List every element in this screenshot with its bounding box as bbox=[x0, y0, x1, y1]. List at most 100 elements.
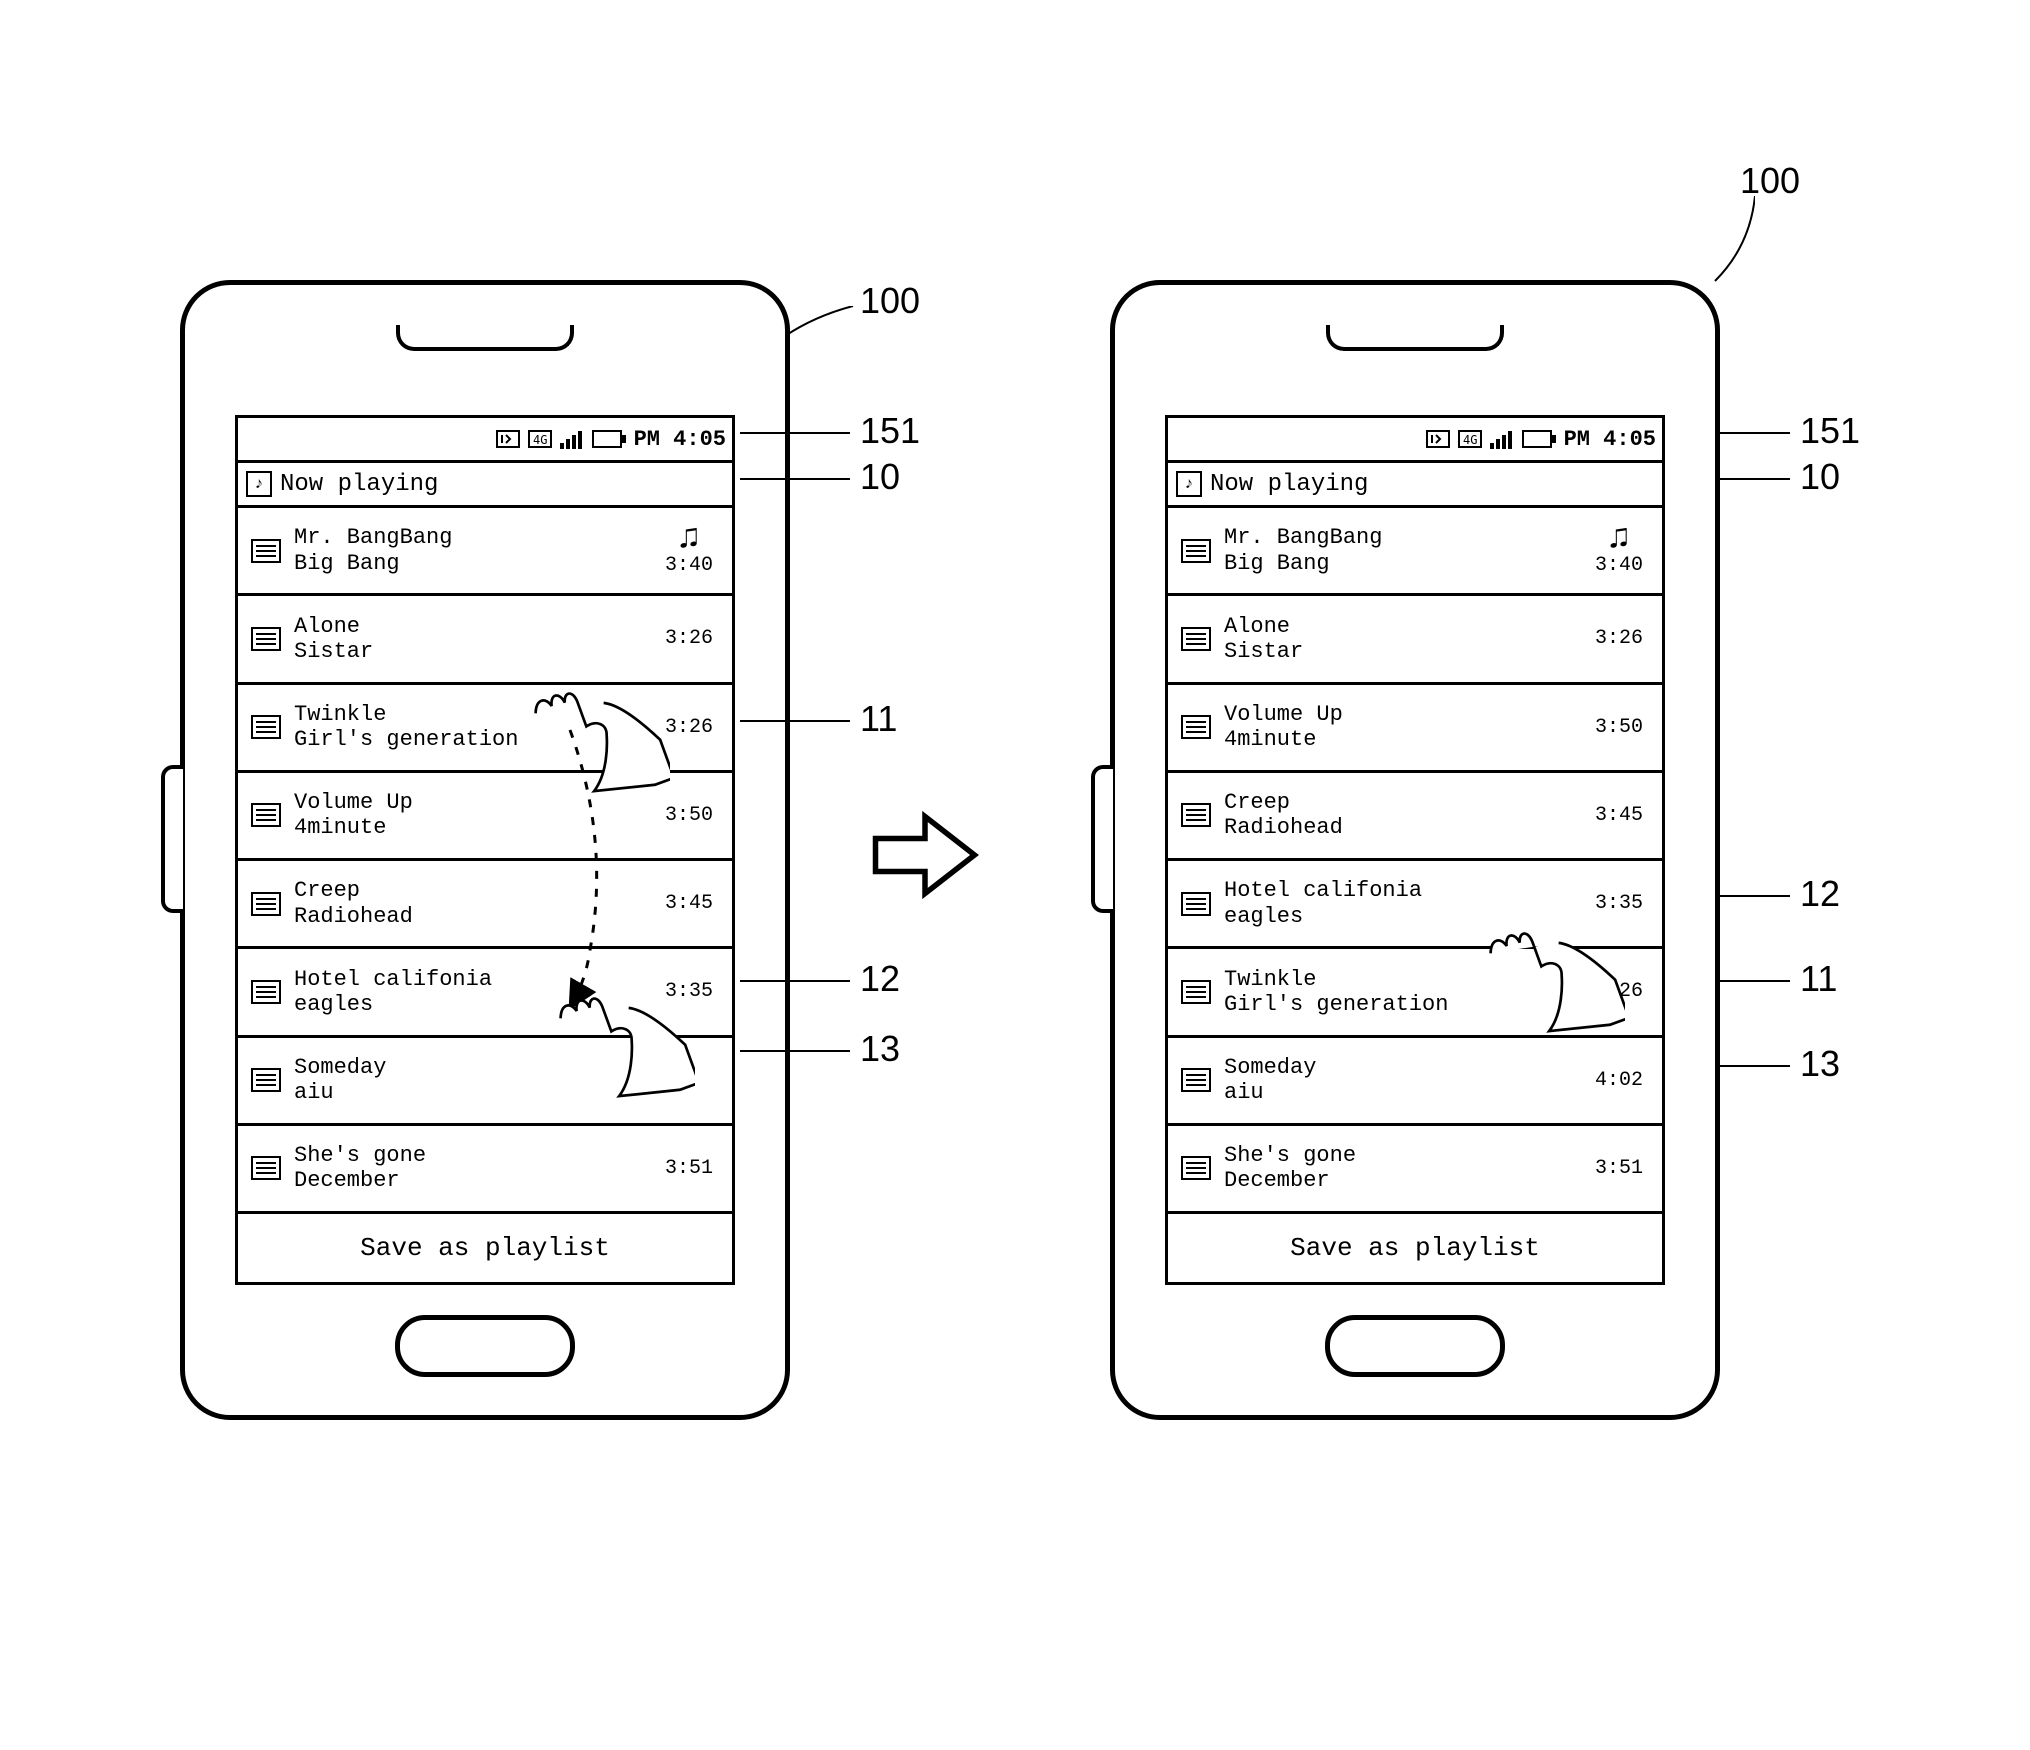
callout-100: 100 bbox=[1740, 160, 1800, 202]
leader-line bbox=[740, 432, 850, 434]
drag-handle-icon[interactable] bbox=[1168, 1156, 1224, 1180]
svg-text:4G: 4G bbox=[1463, 433, 1477, 447]
track-row[interactable]: Somedayaiu4:02 bbox=[1168, 1038, 1662, 1126]
status-bar: 4G PM 4:05 bbox=[238, 418, 732, 463]
track-row[interactable]: AloneSistar3:26 bbox=[238, 596, 732, 684]
track-row[interactable]: AloneSistar3:26 bbox=[1168, 596, 1662, 684]
track-text: AloneSistar bbox=[294, 608, 646, 671]
music-note-icon: ♪ bbox=[246, 471, 272, 497]
track-text: She's goneDecember bbox=[1224, 1137, 1576, 1200]
track-row[interactable]: Mr. BangBangBig Bang♫3:40 bbox=[1168, 508, 1662, 596]
volume-side-button[interactable] bbox=[1091, 765, 1113, 913]
now-playing-label: Now playing bbox=[280, 471, 438, 498]
track-artist: Girl's generation bbox=[294, 727, 646, 752]
callout-11: 11 bbox=[860, 698, 897, 740]
track-meta: 3:51 bbox=[646, 1157, 732, 1180]
drag-handle-icon[interactable] bbox=[1168, 892, 1224, 916]
drag-handle-icon[interactable] bbox=[238, 627, 294, 651]
screen: 4G PM 4:05 ♪ Now playing Mr. BangBangBig… bbox=[235, 415, 735, 1285]
track-text: TwinkleGirl's generation bbox=[1224, 961, 1576, 1024]
svg-text:4G: 4G bbox=[533, 433, 547, 447]
track-meta: 3:45 bbox=[1576, 804, 1662, 827]
callout-10: 10 bbox=[860, 456, 900, 498]
track-title: Hotel califonia bbox=[294, 967, 646, 992]
figure-canvas: 4G PM 4:05 ♪ Now playing Mr. BangBangBig… bbox=[0, 0, 2030, 1750]
track-row[interactable]: She's goneDecember3:51 bbox=[238, 1126, 732, 1211]
track-text: Somedayaiu bbox=[294, 1049, 646, 1112]
track-meta: ♫3:40 bbox=[646, 524, 732, 578]
track-artist: 4minute bbox=[294, 815, 646, 840]
drag-handle-icon[interactable] bbox=[238, 892, 294, 916]
track-artist: Radiohead bbox=[294, 904, 646, 929]
leader-line bbox=[1720, 980, 1790, 982]
drag-handle-icon[interactable] bbox=[1168, 627, 1224, 651]
track-text: Volume Up4minute bbox=[294, 784, 646, 847]
save-playlist-button[interactable]: Save as playlist bbox=[238, 1211, 732, 1282]
track-title: She's gone bbox=[1224, 1143, 1576, 1168]
now-playing-music-icon: ♫ bbox=[646, 524, 732, 555]
drag-handle-icon[interactable] bbox=[1168, 715, 1224, 739]
save-playlist-button[interactable]: Save as playlist bbox=[1168, 1211, 1662, 1282]
transition-arrow-icon bbox=[870, 800, 980, 910]
track-row[interactable]: She's goneDecember3:51 bbox=[1168, 1126, 1662, 1211]
phone-left: 4G PM 4:05 ♪ Now playing Mr. BangBangBig… bbox=[180, 280, 790, 1420]
now-playing-music-icon: ♫ bbox=[1576, 524, 1662, 555]
track-row[interactable]: CreepRadiohead3:45 bbox=[238, 861, 732, 949]
volume-side-button[interactable] bbox=[161, 765, 183, 913]
track-row[interactable]: TwinkleGirl's generation3:26 bbox=[1168, 949, 1662, 1037]
home-button[interactable] bbox=[395, 1315, 575, 1377]
track-text: Mr. BangBangBig Bang bbox=[294, 519, 646, 582]
phone-right: 4G PM 4:05 ♪ Now playing Mr. BangBangBig… bbox=[1110, 280, 1720, 1420]
drag-handle-icon[interactable] bbox=[1168, 980, 1224, 1004]
track-row[interactable]: Somedayaiu bbox=[238, 1038, 732, 1126]
network-icon-2: 4G bbox=[528, 428, 554, 450]
drag-handle-icon[interactable] bbox=[238, 715, 294, 739]
track-row[interactable]: Hotel califoniaeagles3:35 bbox=[1168, 861, 1662, 949]
track-row[interactable]: Volume Up4minute3:50 bbox=[238, 773, 732, 861]
track-duration: 3:35 bbox=[1576, 892, 1662, 915]
track-artist: Radiohead bbox=[1224, 815, 1576, 840]
track-row[interactable]: Mr. BangBangBig Bang♫3:40 bbox=[238, 508, 732, 596]
drag-handle-icon[interactable] bbox=[238, 803, 294, 827]
track-row[interactable]: CreepRadiohead3:45 bbox=[1168, 773, 1662, 861]
leader-line bbox=[1720, 1065, 1790, 1067]
track-row[interactable]: TwinkleGirl's generation3:26 bbox=[238, 685, 732, 773]
track-artist: eagles bbox=[1224, 904, 1576, 929]
track-text: Somedayaiu bbox=[1224, 1049, 1576, 1112]
track-meta: 3:51 bbox=[1576, 1157, 1662, 1180]
track-artist: eagles bbox=[294, 992, 646, 1017]
callout-151: 151 bbox=[860, 410, 920, 452]
home-button[interactable] bbox=[1325, 1315, 1505, 1377]
track-duration: 3:51 bbox=[1576, 1157, 1662, 1180]
callout-10: 10 bbox=[1800, 456, 1840, 498]
drag-handle-icon[interactable] bbox=[1168, 803, 1224, 827]
track-title: Volume Up bbox=[1224, 702, 1576, 727]
drag-handle-icon[interactable] bbox=[1168, 539, 1224, 563]
status-bar: 4G PM 4:05 bbox=[1168, 418, 1662, 463]
track-duration: 3:51 bbox=[646, 1157, 732, 1180]
track-title: Volume Up bbox=[294, 790, 646, 815]
track-title: Creep bbox=[294, 878, 646, 903]
track-duration: 3:26 bbox=[646, 627, 732, 650]
drag-handle-icon[interactable] bbox=[238, 1156, 294, 1180]
track-duration: 3:45 bbox=[1576, 804, 1662, 827]
signal-icon bbox=[1490, 429, 1516, 449]
drag-handle-icon[interactable] bbox=[238, 1068, 294, 1092]
callout-100: 100 bbox=[860, 280, 920, 322]
drag-handle-icon[interactable] bbox=[238, 980, 294, 1004]
track-title: Mr. BangBang bbox=[294, 525, 646, 550]
callout-12: 12 bbox=[860, 958, 900, 1000]
leader-line bbox=[785, 306, 855, 346]
track-meta: 3:26 bbox=[1576, 980, 1662, 1003]
track-row[interactable]: Hotel califoniaeagles3:35 bbox=[238, 949, 732, 1037]
track-row[interactable]: Volume Up4minute3:50 bbox=[1168, 685, 1662, 773]
track-text: Hotel califoniaeagles bbox=[294, 961, 646, 1024]
track-artist: Girl's generation bbox=[1224, 992, 1576, 1017]
track-artist: Big Bang bbox=[1224, 551, 1576, 576]
leader-line bbox=[740, 1050, 850, 1052]
track-text: CreepRadiohead bbox=[294, 872, 646, 935]
drag-handle-icon[interactable] bbox=[238, 539, 294, 563]
drag-handle-icon[interactable] bbox=[1168, 1068, 1224, 1092]
leader-line bbox=[1720, 432, 1790, 434]
track-text: Mr. BangBangBig Bang bbox=[1224, 519, 1576, 582]
